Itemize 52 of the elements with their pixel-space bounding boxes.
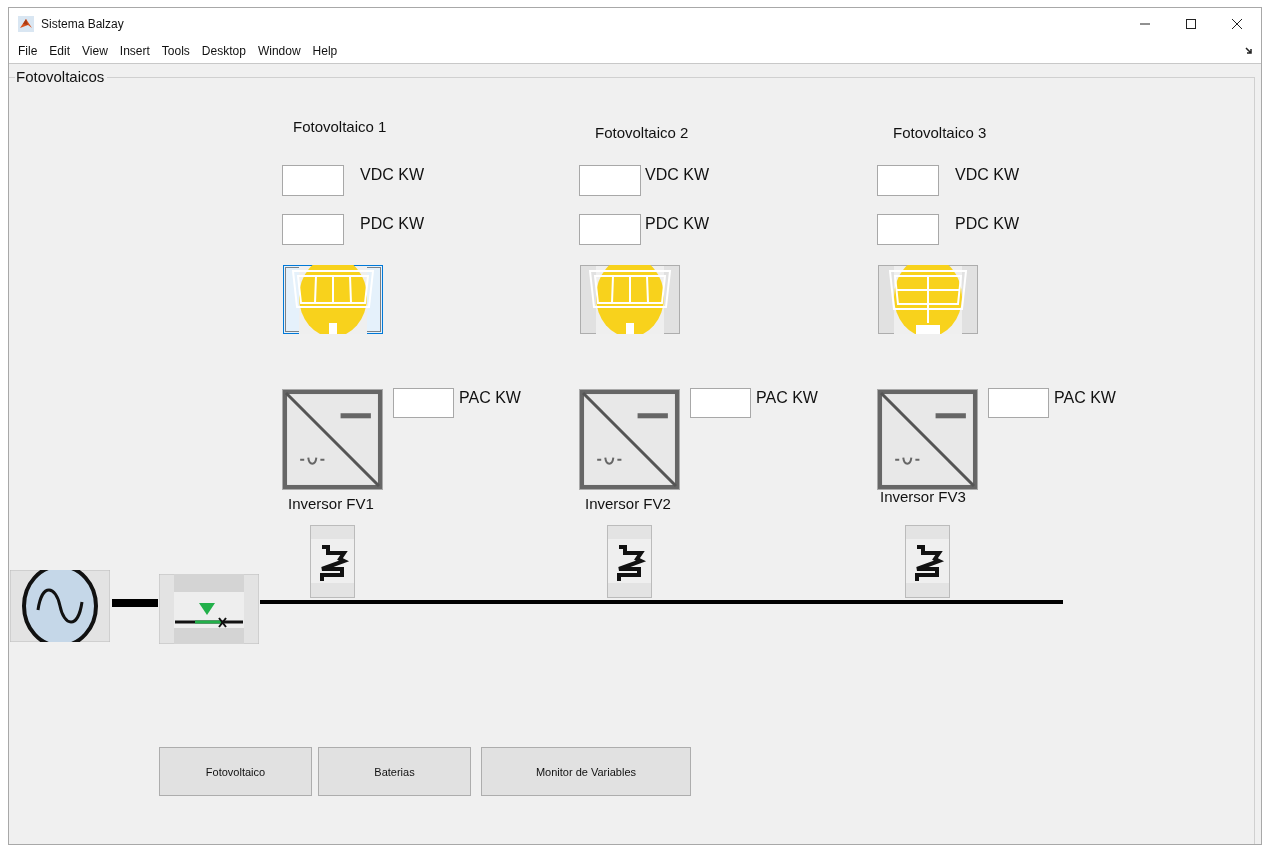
dock-arrow-icon[interactable] xyxy=(1245,47,1253,55)
menu-item[interactable]: Window xyxy=(257,42,310,60)
field-label: PAC KW xyxy=(459,389,521,407)
menu-item[interactable]: Help xyxy=(312,42,347,60)
input-field[interactable] xyxy=(393,388,454,418)
panel-title: Fotovoltaicos xyxy=(15,68,108,85)
field-label: PDC KW xyxy=(645,215,709,233)
field-label: PDC KW xyxy=(955,215,1019,233)
input-field[interactable] xyxy=(579,214,641,245)
close-icon[interactable] xyxy=(1231,17,1243,30)
meter-icon[interactable] xyxy=(310,525,355,598)
input-field[interactable] xyxy=(877,214,939,245)
solar-panel-button[interactable] xyxy=(283,265,383,334)
solar-panel-button[interactable] xyxy=(878,265,978,334)
meter-icon[interactable] xyxy=(905,525,950,598)
input-field[interactable] xyxy=(988,388,1049,418)
menu-item[interactable]: Tools xyxy=(161,42,199,60)
maximize-icon[interactable] xyxy=(1185,17,1197,30)
breaker-icon[interactable] xyxy=(159,574,259,644)
field-label: PDC KW xyxy=(360,215,424,233)
window-title: Sistema Balzay xyxy=(41,16,124,31)
field-label: PAC KW xyxy=(756,389,818,407)
meter-icon[interactable] xyxy=(607,525,652,598)
push-button[interactable]: Monitor de Variables xyxy=(481,747,691,796)
menu-item[interactable]: View xyxy=(82,42,117,60)
field-label: PAC KW xyxy=(1054,389,1116,407)
menu-item[interactable]: Insert xyxy=(119,42,159,60)
inverter-icon[interactable] xyxy=(282,389,383,490)
inverter-label: Inversor FV2 xyxy=(585,495,671,512)
field-label: VDC KW xyxy=(645,166,709,184)
input-field[interactable] xyxy=(282,165,344,196)
input-field[interactable] xyxy=(877,165,939,196)
push-button[interactable]: Fotovoltaico xyxy=(159,747,312,796)
solar-panel-button[interactable] xyxy=(580,265,680,334)
unit-title: Fotovoltaico 3 xyxy=(893,124,987,141)
menu-item[interactable]: Edit xyxy=(49,42,80,60)
push-button[interactable]: Baterias xyxy=(318,747,471,796)
unit-title: Fotovoltaico 1 xyxy=(293,118,387,135)
menu-item[interactable]: File xyxy=(18,42,47,60)
inverter-icon[interactable] xyxy=(579,389,680,490)
menu-item[interactable]: Desktop xyxy=(201,42,255,60)
inverter-label: Inversor FV1 xyxy=(288,495,374,512)
input-field[interactable] xyxy=(579,165,641,196)
inverter-icon[interactable] xyxy=(877,389,978,490)
input-field[interactable] xyxy=(690,388,751,418)
field-label: VDC KW xyxy=(955,166,1019,184)
unit-title: Fotovoltaico 2 xyxy=(595,124,689,141)
app-icon xyxy=(18,15,34,32)
input-field[interactable] xyxy=(282,214,344,245)
ac-source-icon[interactable] xyxy=(10,570,110,642)
field-label: VDC KW xyxy=(360,166,424,184)
inverter-label: Inversor FV3 xyxy=(880,488,966,505)
